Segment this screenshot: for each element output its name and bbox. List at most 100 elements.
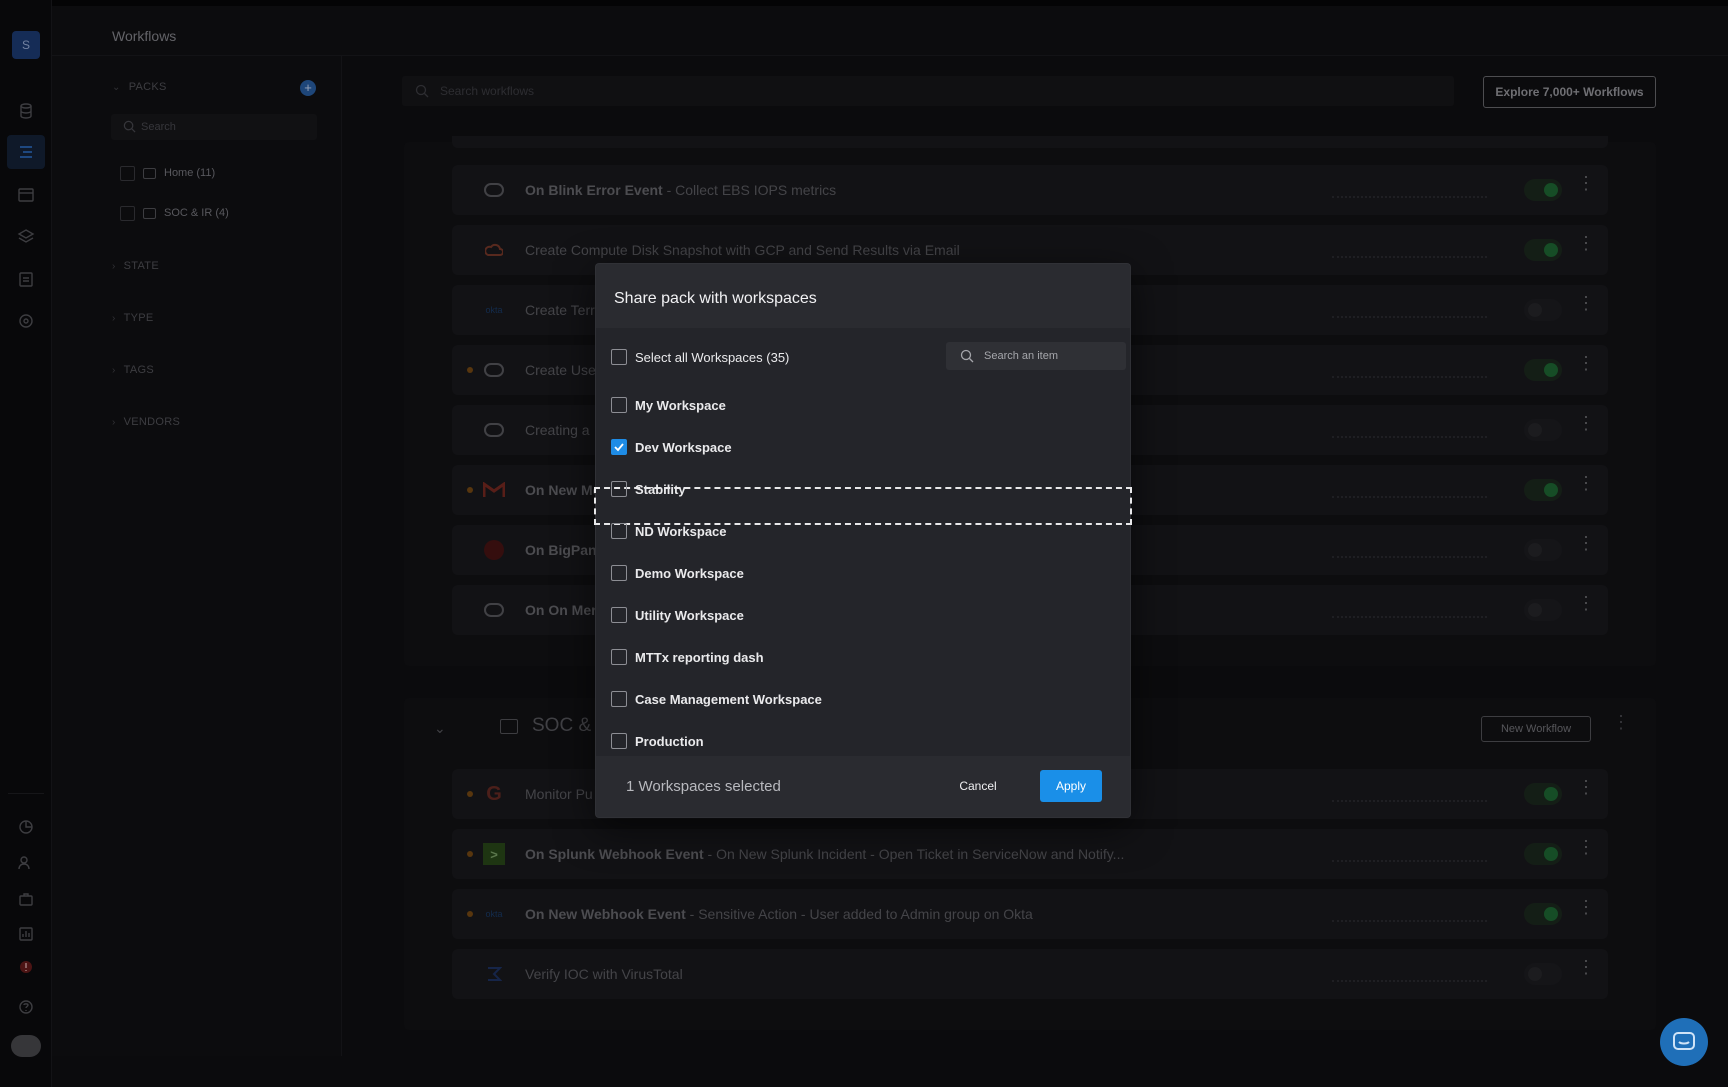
run-history-placeholder [1332,860,1487,862]
run-history-placeholder [1332,556,1487,558]
more-options-icon[interactable]: ⋮ [1577,958,1595,976]
tags-section-header[interactable]: › TAGS [112,364,154,376]
more-options-icon[interactable]: ⋮ [1577,778,1595,796]
more-options-icon[interactable]: ⋮ [1577,174,1595,192]
checkbox[interactable] [611,481,627,497]
database-icon[interactable] [17,102,35,120]
checkbox[interactable] [611,691,627,707]
calendar-icon[interactable] [17,186,35,204]
workspace-option[interactable]: Production [611,730,704,752]
pack-label: Home (11) [164,167,216,179]
more-options-icon[interactable]: ⋮ [1577,354,1595,372]
more-options-icon[interactable]: ⋮ [1577,234,1595,252]
new-workflow-button[interactable]: New Workflow [1481,716,1591,742]
workspace-option[interactable]: Demo Workspace [611,562,744,584]
add-pack-button[interactable]: + [300,80,316,96]
select-all-workspaces-checkbox[interactable]: Select all Workspaces (35) [611,346,789,368]
workflow-enabled-toggle[interactable] [1524,903,1562,925]
workflow-title: On Splunk Webhook Event - On New Splunk … [525,846,1124,862]
checkbox[interactable] [611,607,627,623]
workflow-title: On On Merg [525,602,605,618]
workspace-option[interactable]: Dev Workspace [611,436,732,458]
explore-workflows-button[interactable]: Explore 7,000+ Workflows [1483,76,1656,108]
bigpanda-icon [483,540,505,560]
workflow-row[interactable]: On Blink Error Event - Collect EBS IOPS … [452,165,1608,215]
sidebar-search-placeholder: Search [141,121,176,133]
workflow-trigger: On Blink Error Event [525,182,663,198]
apply-button[interactable]: Apply [1040,770,1102,802]
user-avatar-icon[interactable] [11,1035,41,1057]
selected-count: 1 Workspaces selected [626,778,781,795]
workflow-enabled-toggle[interactable] [1524,239,1562,261]
workflow-row[interactable]: > On Splunk Webhook Event - On New Splunk… [452,829,1608,879]
cancel-button[interactable]: Cancel [948,770,1008,802]
workflow-row[interactable]: Verify IOC with VirusTotal ⋮ [452,949,1608,999]
previous-workflow-row-edge [452,136,1608,148]
state-section-header[interactable]: › STATE [112,260,159,272]
checkbox[interactable] [611,349,627,365]
checkbox[interactable] [611,439,627,455]
checkbox[interactable] [611,523,627,539]
workflow-enabled-toggle[interactable] [1524,963,1562,985]
workspace-option[interactable]: ND Workspace [611,520,727,542]
more-options-icon[interactable]: ⋮ [1577,474,1595,492]
workflow-enabled-toggle[interactable] [1524,419,1562,441]
workflow-enabled-toggle[interactable] [1524,359,1562,381]
workflow-enabled-toggle[interactable] [1524,299,1562,321]
alert-icon[interactable] [17,958,35,976]
vendors-section-header[interactable]: › VENDORS [112,416,180,428]
chat-support-button[interactable] [1660,1018,1708,1066]
more-options-icon[interactable]: ⋮ [1577,898,1595,916]
workspace-option[interactable]: My Workspace [611,394,726,416]
reports-icon[interactable] [17,925,35,943]
type-section-header[interactable]: › TYPE [112,312,154,324]
sidebar-search-input[interactable]: Search [111,114,317,140]
checkbox[interactable] [611,565,627,581]
workflow-enabled-toggle[interactable] [1524,179,1562,201]
pack-item-soc-ir[interactable]: SOC & IR (4) [120,204,229,222]
more-options-icon[interactable]: ⋮ [1577,414,1595,432]
workflow-enabled-toggle[interactable] [1524,783,1562,805]
pack-checkbox[interactable] [120,205,135,221]
workflow-row[interactable]: okta On New Webhook Event - Sensitive Act… [452,889,1608,939]
clipboard-icon[interactable] [17,270,35,288]
packs-section-header[interactable]: ⌄ PACKS [112,81,167,93]
help-icon[interactable] [17,998,35,1016]
workflow-enabled-toggle[interactable] [1524,539,1562,561]
pie-chart-icon[interactable] [17,818,35,836]
workflow-title: Creating a [525,422,590,438]
workflow-enabled-toggle[interactable] [1524,599,1562,621]
workspace-option[interactable]: Stability [611,478,686,500]
pack-checkbox[interactable] [120,165,135,181]
more-options-icon[interactable]: ⋮ [1577,594,1595,612]
workspace-label: Production [635,733,704,749]
workspace-option[interactable]: Utility Workspace [611,604,744,626]
run-history-placeholder [1332,496,1487,498]
workflows-icon[interactable] [17,143,35,161]
workflow-enabled-toggle[interactable] [1524,479,1562,501]
chevron-down-icon[interactable]: ⌄ [434,720,446,737]
workspace-search-input[interactable]: Search an item [946,342,1126,370]
soc-pack-more-icon[interactable]: ⋮ [1612,713,1630,731]
pack-item-home[interactable]: Home (11) [120,164,215,182]
checkbox[interactable] [611,397,627,413]
more-options-icon[interactable]: ⋮ [1577,534,1595,552]
select-all-label: Select all Workspaces (35) [635,349,790,365]
workflow-search-input[interactable]: Search workflows [402,76,1454,106]
workspace-logo[interactable]: S [12,31,40,59]
workflow-enabled-toggle[interactable] [1524,843,1562,865]
target-icon[interactable] [17,312,35,330]
more-options-icon[interactable]: ⋮ [1577,294,1595,312]
checkbox[interactable] [611,733,627,749]
layers-icon[interactable] [17,228,35,246]
more-options-icon[interactable]: ⋮ [1577,838,1595,856]
workflow-name: - Collect EBS IOPS metrics [662,182,837,198]
users-icon[interactable] [17,854,35,872]
briefcase-icon[interactable] [17,890,35,908]
checkbox[interactable] [611,649,627,665]
chat-icon [1673,1032,1695,1050]
blink-bot-icon [483,360,505,380]
workspace-option[interactable]: Case Management Workspace [611,688,822,710]
workflow-trigger: On BigPand [525,542,606,558]
workspace-option[interactable]: MTTx reporting dash [611,646,764,668]
